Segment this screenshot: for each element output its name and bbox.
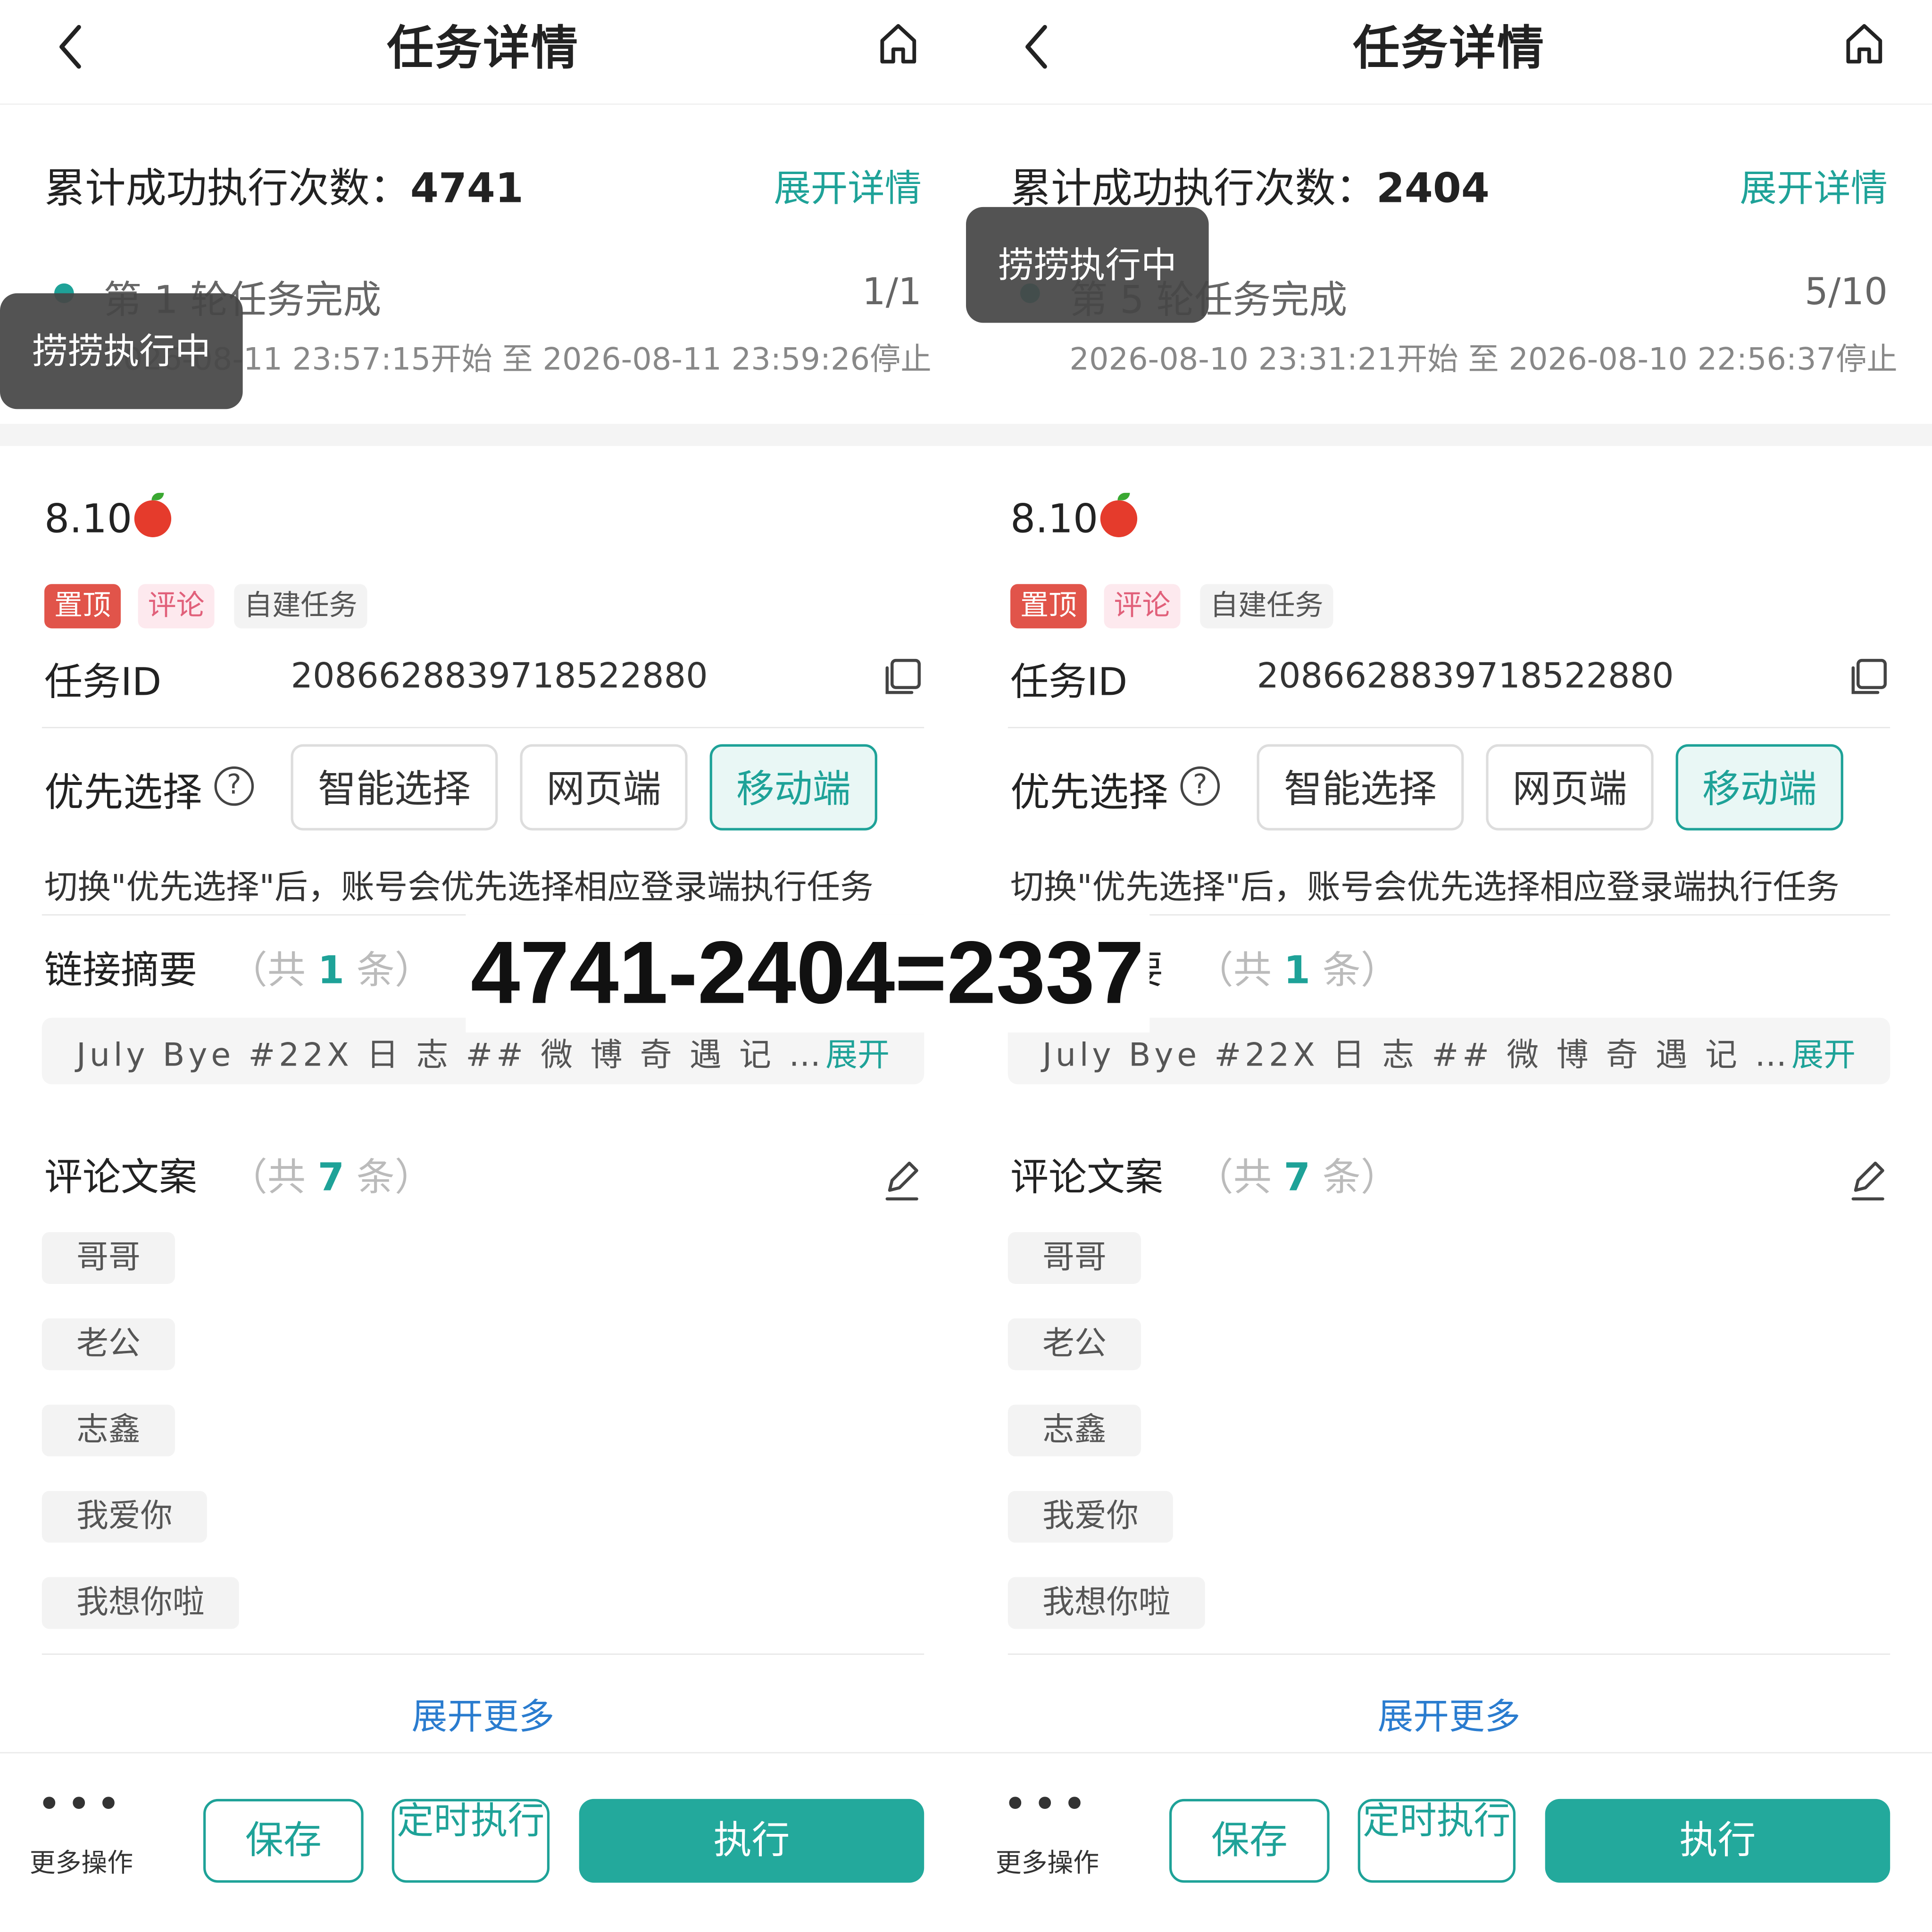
divider [1008, 727, 1890, 728]
link-summary-count: （共 1 条） [229, 949, 433, 993]
save-button[interactable]: 保存 [1169, 1799, 1330, 1883]
expand-detail-link[interactable]: 展开详情 [1740, 158, 1887, 212]
copy-icon[interactable] [882, 658, 922, 698]
priority-label: 优先选择 [1010, 769, 1168, 816]
priority-hint: 切换"优先选择"后，账号会优先选择相应登录端执行任务 [1010, 868, 1840, 907]
comments-label: 评论文案 [44, 1156, 197, 1200]
edit-pencil-icon[interactable] [1848, 1158, 1888, 1203]
comment-chip[interactable]: 哥哥 [42, 1232, 175, 1284]
round-progress: 1/1 [862, 271, 922, 315]
comment-chip[interactable]: 老公 [42, 1318, 175, 1370]
section-separator [0, 424, 966, 446]
option-smart[interactable]: 智能选择 [291, 744, 498, 831]
success-count: 累计成功执行次数：2404 [1010, 164, 1490, 212]
task-id-label: 任务ID [44, 660, 162, 705]
link-summary-label: 链接摘要 [44, 949, 197, 993]
link-summary-count: （共 1 条） [1195, 949, 1399, 993]
priority-label: 优先选择 [44, 769, 202, 816]
link-expand-link[interactable]: 展开 [1791, 1030, 1856, 1076]
self-built-tag: 自建任务 [234, 584, 367, 629]
top-bar: 任务详情 [966, 0, 1932, 105]
footer-divider [0, 1752, 966, 1754]
comment-chip[interactable]: 我爱你 [42, 1491, 207, 1543]
comment-chip[interactable]: 志鑫 [1008, 1404, 1141, 1457]
task-name: 8.10 [1010, 492, 1138, 542]
task-name: 8.10 [44, 492, 172, 542]
footer-divider [966, 1752, 1932, 1754]
comment-chip[interactable]: 老公 [1008, 1318, 1141, 1370]
link-expand-link[interactable]: 展开 [825, 1030, 890, 1076]
divider [1008, 1653, 1890, 1655]
running-toast: 捞捞执行中 [0, 293, 243, 409]
expand-more-link[interactable]: 展开更多 [966, 1688, 1932, 1740]
execute-button[interactable]: 执行 [1545, 1799, 1890, 1883]
option-web[interactable]: 网页端 [520, 744, 688, 831]
more-operations-label: 更多操作 [29, 1848, 133, 1878]
save-button[interactable]: 保存 [203, 1799, 364, 1883]
section-separator [966, 424, 1932, 446]
expand-more-link[interactable]: 展开更多 [0, 1688, 966, 1740]
more-operations-label: 更多操作 [995, 1848, 1099, 1878]
task-id-label: 任务ID [1010, 660, 1128, 705]
execute-button[interactable]: 执行 [579, 1799, 924, 1883]
expand-detail-link[interactable]: 展开详情 [774, 158, 921, 212]
more-dots-icon: ••• [1003, 1780, 1092, 1830]
comment-chip[interactable]: 我想你啦 [1008, 1577, 1205, 1629]
task-id-value: 2086628839718522880 [291, 655, 708, 696]
task-id-value: 2086628839718522880 [1257, 655, 1674, 696]
more-operations-button[interactable]: ••• 更多操作 [20, 1780, 143, 1881]
comment-tag: 评论 [138, 584, 215, 629]
option-mobile[interactable]: 移动端 [709, 744, 877, 831]
apple-icon [134, 492, 172, 537]
option-mobile[interactable]: 移动端 [1675, 744, 1843, 831]
self-built-tag: 自建任务 [1200, 584, 1333, 629]
help-icon[interactable]: ? [214, 766, 254, 806]
divider [42, 1653, 924, 1655]
comment-chip[interactable]: 我想你啦 [42, 1577, 239, 1629]
help-icon[interactable]: ? [1180, 766, 1220, 806]
comment-tag: 评论 [1104, 584, 1181, 629]
comments-label: 评论文案 [1010, 1156, 1163, 1200]
scheduled-execute-button[interactable]: 定时执行 [391, 1799, 550, 1883]
home-icon[interactable] [877, 20, 919, 67]
apple-icon [1100, 492, 1138, 537]
divider [42, 727, 924, 728]
difference-formula-overlay: 4741-2404=2337 [466, 914, 1149, 1033]
round-progress: 5/10 [1804, 271, 1888, 315]
pin-tag: 置顶 [44, 584, 121, 629]
comparison-screenshot: 任务详情 累计成功执行次数：4741 展开详情 第 1 轮任务完成 1/1 20… [0, 0, 1932, 1932]
comment-chip[interactable]: 哥哥 [1008, 1232, 1141, 1284]
run-time-range: 2026-08-10 23:31:21开始 至 2026-08-10 22:56… [1069, 341, 1898, 377]
success-count: 累计成功执行次数：4741 [44, 164, 524, 212]
link-summary-text: July Bye #22X 日 志 ## 微 博 奇 遇 记 … [1042, 1037, 1790, 1074]
top-bar: 任务详情 [0, 0, 966, 105]
edit-pencil-icon[interactable] [882, 1158, 922, 1203]
home-icon[interactable] [1843, 20, 1885, 67]
more-operations-button[interactable]: ••• 更多操作 [986, 1780, 1109, 1881]
scheduled-execute-button[interactable]: 定时执行 [1357, 1799, 1516, 1883]
priority-hint: 切换"优先选择"后，账号会优先选择相应登录端执行任务 [44, 868, 874, 907]
comments-count: （共 7 条） [229, 1156, 433, 1200]
comments-count: （共 7 条） [1195, 1156, 1399, 1200]
comment-chip[interactable]: 我爱你 [1008, 1491, 1173, 1543]
pin-tag: 置顶 [1010, 584, 1087, 629]
page-title: 任务详情 [1353, 21, 1545, 75]
copy-icon[interactable] [1848, 658, 1888, 698]
page-title: 任务详情 [387, 21, 579, 75]
link-summary-text: July Bye #22X 日 志 ## 微 博 奇 遇 记 … [76, 1037, 824, 1074]
option-smart[interactable]: 智能选择 [1257, 744, 1464, 831]
option-web[interactable]: 网页端 [1486, 744, 1654, 831]
more-dots-icon: ••• [37, 1780, 126, 1830]
running-toast: 捞捞执行中 [966, 207, 1209, 323]
comment-chip[interactable]: 志鑫 [42, 1404, 175, 1457]
